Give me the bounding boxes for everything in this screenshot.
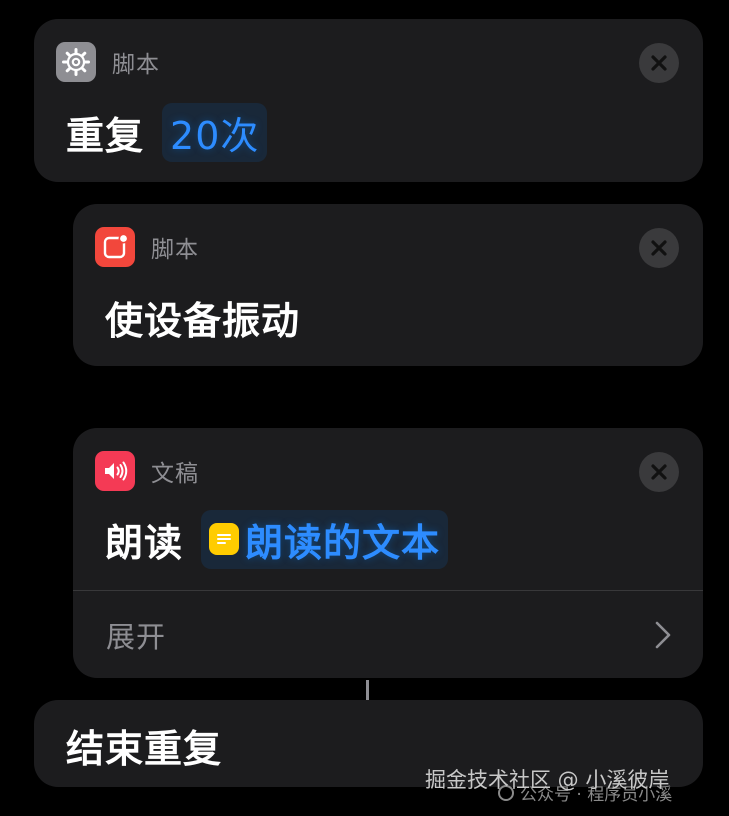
action-verb: 使设备振动 <box>105 298 301 343</box>
action-header: 脚本 <box>95 227 199 267</box>
remove-action-button[interactable] <box>639 228 679 268</box>
action-header: 脚本 <box>56 42 160 82</box>
remove-action-button[interactable] <box>639 452 679 492</box>
text-variable-parameter[interactable]: 朗读的文本 <box>201 509 449 569</box>
repeat-action-card[interactable]: 脚本 重复 20次 <box>34 19 703 182</box>
action-verb: 朗读 <box>105 520 184 565</box>
close-icon <box>651 55 667 71</box>
action-title: 结束重复 <box>66 720 223 771</box>
remove-action-button[interactable] <box>639 43 679 83</box>
text-variable-icon <box>209 523 240 555</box>
close-icon <box>651 240 667 256</box>
watermark-primary: 掘金技术社区 @ 小溪彼岸 <box>425 768 670 792</box>
end-repeat-label: 结束重复 <box>66 726 223 771</box>
vibrate-action-card[interactable]: 脚本 使设备振动 <box>73 204 703 366</box>
device-vibrate-icon <box>95 227 135 267</box>
action-title: 重复 20次 <box>66 102 268 162</box>
action-header: 文稿 <box>95 451 199 491</box>
action-title: 使设备振动 <box>105 292 301 343</box>
action-title: 朗读 朗读的文本 <box>105 509 449 569</box>
chevron-right-icon <box>655 621 671 649</box>
action-category-label: 文稿 <box>151 461 199 487</box>
speak-text-action-card[interactable]: 文稿 朗读 朗读的文本 展开 <box>73 428 703 678</box>
gear-icon <box>56 42 96 82</box>
expand-label: 展开 <box>106 619 167 654</box>
flow-connector-line <box>366 680 369 700</box>
action-category-label: 脚本 <box>151 237 199 263</box>
action-category-label: 脚本 <box>112 52 160 78</box>
speaker-icon <box>95 451 135 491</box>
expand-options-row[interactable]: 展开 <box>73 591 703 678</box>
close-icon <box>651 464 667 480</box>
repeat-count-parameter[interactable]: 20次 <box>162 102 268 162</box>
action-verb: 重复 <box>66 113 145 158</box>
variable-label: 朗读的文本 <box>245 520 441 565</box>
